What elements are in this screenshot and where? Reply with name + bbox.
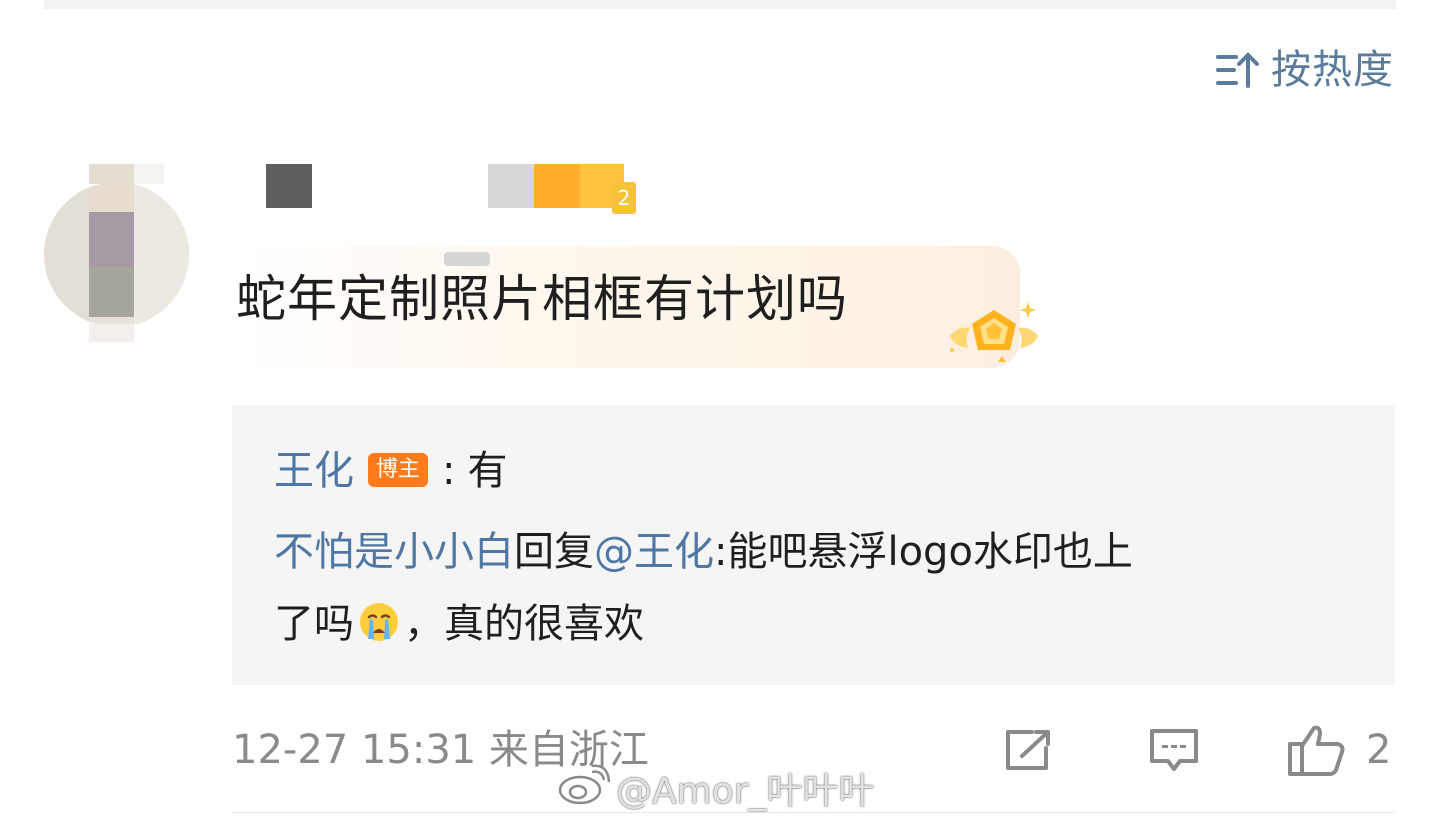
bubble-top-chip [444, 252, 490, 266]
sort-label: 按热度 [1271, 47, 1394, 93]
like-count: 2 [1366, 727, 1392, 773]
comment-text: 蛇年定制照片相框有计划吗 [236, 270, 848, 328]
bottom-divider [232, 812, 1395, 813]
reply-action-label: 回复 [514, 529, 594, 575]
reply-separator: : [442, 448, 456, 494]
comment-icon [1146, 725, 1202, 775]
previous-item-divider [44, 0, 1396, 9]
share-button[interactable] [1002, 724, 1056, 776]
reply-text: :能吧悬浮logo水印也上 [714, 529, 1133, 575]
fan-medal-icon [880, 296, 1044, 372]
reply-text: 有 [467, 448, 508, 494]
thumbs-up-icon [1286, 722, 1348, 778]
loudly-crying-face-emoji [358, 601, 400, 643]
reply-item[interactable]: 王化 博主: 有 [274, 443, 508, 499]
reply-text: ，真的很喜欢 [404, 601, 644, 647]
mention-link[interactable]: @王化 [594, 529, 714, 575]
share-icon [1002, 726, 1056, 774]
avatar[interactable] [44, 164, 189, 342]
user-name-blurred[interactable]: 2 [266, 164, 646, 216]
weibo-logo-icon [556, 764, 611, 819]
watermark: @Amor_叶叶叶 [556, 764, 875, 819]
reply-user-link[interactable]: 王化 [274, 448, 354, 494]
sort-by-heat-button[interactable]: 按热度 [1215, 44, 1394, 96]
reply-user-link[interactable]: 不怕是小小白 [274, 529, 514, 575]
comment-button[interactable] [1146, 724, 1202, 776]
reply-text: 了吗 [274, 601, 354, 647]
reply-item[interactable]: 不怕是小小白回复@王化:能吧悬浮logo水印也上 [274, 524, 1133, 580]
level-badge: 2 [612, 182, 636, 214]
watermark-text: @Amor_叶叶叶 [616, 770, 875, 812]
like-button[interactable]: 2 [1286, 724, 1391, 776]
blogger-badge: 博主 [368, 453, 429, 487]
sort-icon [1215, 50, 1261, 90]
reply-item-continuation: 了吗 ，真的很喜欢 [274, 596, 644, 652]
